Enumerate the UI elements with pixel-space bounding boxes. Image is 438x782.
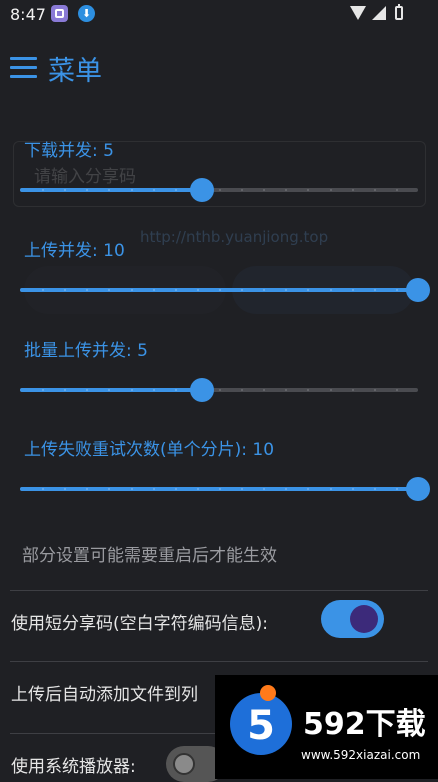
slider-tick	[174, 488, 177, 490]
system-player-label: 使用系统播放器:	[11, 757, 136, 777]
restart-note: 部分设置可能需要重启后才能生效	[22, 546, 277, 566]
slider-tick	[373, 189, 376, 191]
auto-add-label: 上传后自动添加文件到列	[11, 685, 198, 705]
watermark-brand: 592下载	[303, 707, 426, 742]
wifi-icon	[350, 6, 366, 20]
upload-retry-label: 上传失败重试次数(单个分片): 10	[24, 440, 275, 460]
slider-tick	[130, 389, 133, 391]
download-concurrency-slider[interactable]	[20, 176, 418, 204]
signal-icon	[372, 6, 386, 20]
slider-tick	[196, 488, 199, 490]
watermark: 5 592下载 www.592xiazai.com	[215, 675, 438, 779]
slider-thumb[interactable]	[189, 178, 214, 202]
watermark-badge-text: 5	[247, 703, 275, 749]
upload-retry-slider[interactable]	[20, 475, 430, 503]
slider-tick	[174, 289, 177, 291]
slider-thumb[interactable]	[189, 378, 214, 402]
watermark-url: www.592xiazai.com	[301, 748, 421, 762]
download-concurrency-label: 下载并发: 5	[24, 141, 114, 161]
slider-tick	[351, 289, 354, 291]
slider-tick	[329, 488, 332, 490]
upload-concurrency-label: 上传并发: 10	[24, 241, 125, 261]
watermark-logo-icon: 5	[230, 685, 292, 755]
slider-tick	[130, 488, 133, 490]
slider-tick	[329, 289, 332, 291]
upload-concurrency-slider[interactable]	[20, 276, 430, 304]
slider-tick	[152, 289, 155, 291]
slider-tick	[395, 389, 398, 391]
slider-tick	[373, 289, 376, 291]
download-notification-icon: ⬇	[78, 5, 95, 22]
toggle-knob	[350, 605, 378, 633]
slider-tick	[329, 189, 332, 191]
slider-tick	[373, 488, 376, 490]
slider-tick	[219, 289, 221, 291]
slider-thumb[interactable]	[406, 477, 430, 501]
slider-tick	[174, 389, 177, 391]
toggle-knob	[173, 753, 195, 775]
status-bar: 8:47 ⬇	[0, 0, 438, 30]
slider-tick	[351, 488, 354, 490]
background-link: http://nthb.yuanjiong.top	[140, 228, 329, 246]
short-code-label: 使用短分享码(空白字符编码信息):	[11, 614, 268, 634]
battery-icon	[395, 4, 403, 20]
slider-tick	[130, 189, 133, 191]
menu-icon[interactable]	[10, 57, 37, 79]
slider-tick	[395, 289, 398, 291]
menu-title: 菜单	[48, 56, 102, 87]
batch-upload-concurrency-slider[interactable]	[20, 376, 418, 404]
short-code-toggle[interactable]	[321, 600, 384, 638]
slider-tick	[373, 389, 376, 391]
slider-tick	[395, 189, 398, 191]
slider-tick	[152, 389, 155, 391]
slider-tick	[219, 488, 221, 490]
divider	[10, 661, 428, 662]
app-notification-icon	[51, 5, 68, 22]
slider-tick	[196, 289, 199, 291]
slider-thumb[interactable]	[406, 278, 430, 302]
slider-tick	[329, 389, 332, 391]
status-time: 8:47	[10, 5, 46, 24]
slider-tick	[152, 189, 155, 191]
slider-tick	[219, 189, 221, 191]
slider-tick	[174, 189, 177, 191]
slider-tick	[219, 389, 221, 391]
slider-tick	[395, 488, 398, 490]
slider-tick	[152, 488, 155, 490]
batch-upload-concurrency-label: 批量上传并发: 5	[24, 341, 148, 361]
slider-tick	[351, 189, 354, 191]
slider-tick	[351, 389, 354, 391]
divider	[10, 590, 428, 591]
slider-tick	[130, 289, 133, 291]
